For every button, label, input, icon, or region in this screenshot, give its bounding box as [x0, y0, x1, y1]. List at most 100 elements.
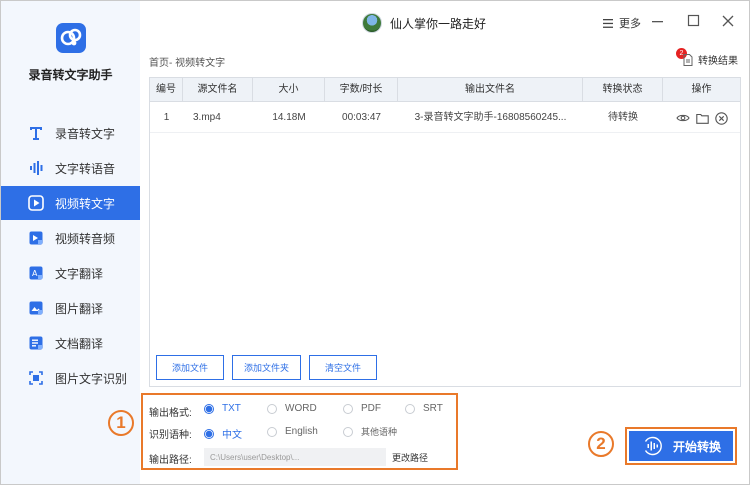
sidebar-item-label: 文字转语音 — [55, 161, 116, 176]
sidebar-item-video-to-text[interactable]: 视频转文字 — [1, 186, 140, 220]
language-option-other[interactable]: 其他语种 — [343, 425, 397, 438]
table-row[interactable]: 1 3.mp4 14.18M 00:03:47 3-录音转文字助手-168085… — [150, 103, 740, 133]
radio-icon — [343, 426, 353, 437]
image-translate-icon — [28, 300, 44, 316]
sidebar-item-label: 文档翻译 — [55, 336, 104, 351]
change-path-link[interactable]: 更改路径 — [392, 451, 428, 464]
column-header: 编号 — [150, 78, 183, 102]
format-label: 输出格式: — [149, 408, 192, 419]
option-label: TXT — [222, 403, 241, 414]
cell-number: 1 — [163, 112, 170, 123]
radio-icon — [267, 426, 277, 437]
text-translate-icon: A — [28, 265, 44, 281]
option-label: WORD — [285, 403, 317, 414]
sidebar-item-label: 图片文字识别 — [55, 371, 128, 386]
option-label: English — [285, 426, 318, 437]
radio-icon — [343, 403, 353, 414]
menu-icon — [603, 18, 613, 28]
column-header: 转换状态 — [583, 78, 663, 102]
add-file-button[interactable]: 添加文件 — [156, 355, 224, 380]
sidebar-item-audio-to-text[interactable]: 录音转文字 — [1, 116, 140, 150]
more-menu-button[interactable]: 更多 — [603, 15, 641, 31]
column-header: 输出文件名 — [398, 78, 583, 102]
cell-output-file: 3-录音转文字助手-16808560245... — [414, 112, 567, 123]
close-icon[interactable] — [720, 13, 736, 29]
option-label: 其他语种 — [361, 427, 398, 437]
cell-duration: 00:03:47 — [342, 112, 381, 123]
text-t-icon — [28, 125, 44, 141]
sound-wave-circle-icon — [644, 436, 662, 456]
video-play-icon — [28, 195, 44, 211]
format-option-pdf[interactable]: PDF — [343, 403, 381, 414]
document-translate-icon — [28, 335, 44, 351]
app-logo-icon — [56, 23, 86, 53]
file-table: 编号 源文件名 大小 字数/时长 输出文件名 转换状态 操作 1 3.mp4 1… — [149, 77, 741, 387]
sidebar-item-document-translate[interactable]: 文档翻译 — [1, 326, 140, 360]
option-label: 中文 — [222, 430, 242, 441]
sidebar-item-image-translate[interactable]: 图片翻译 — [1, 291, 140, 325]
clear-files-button[interactable]: 清空文件 — [309, 355, 377, 380]
path-label: 输出路径: — [149, 455, 192, 466]
more-label: 更多 — [619, 18, 641, 30]
maximize-icon[interactable] — [686, 13, 702, 29]
sidebar-item-label: 视频转音频 — [55, 231, 116, 246]
column-header: 操作 — [691, 84, 712, 95]
audio-wave-icon — [28, 160, 44, 176]
table-header: 编号 源文件名 大小 字数/时长 输出文件名 转换状态 操作 — [150, 78, 740, 102]
minimize-icon[interactable] — [650, 13, 666, 29]
start-button-highlight: 开始转换 — [625, 427, 737, 465]
radio-icon — [204, 403, 214, 414]
avatar — [362, 13, 382, 33]
radio-icon — [267, 403, 277, 414]
cell-size: 14.18M — [272, 112, 306, 123]
conversion-result-button[interactable]: 转换结果 — [683, 52, 738, 67]
delete-circle-icon[interactable] — [714, 111, 728, 125]
folder-icon[interactable] — [695, 113, 709, 124]
svg-text:A: A — [32, 269, 38, 278]
cell-source-file: 3.mp4 — [193, 112, 221, 123]
column-header: 源文件名 — [183, 78, 253, 102]
format-option-txt[interactable]: TXT — [204, 403, 241, 414]
title-bar: 仙人掌你一路走好 更多 — [140, 1, 749, 43]
format-row: 输出格式: — [149, 404, 205, 419]
user-name: 仙人掌你一路走好 — [390, 16, 487, 31]
scan-ocr-icon — [28, 370, 44, 386]
sidebar-item-label: 录音转文字 — [55, 126, 116, 141]
sidebar-item-text-to-speech[interactable]: 文字转语音 — [1, 151, 140, 185]
language-option-chinese[interactable]: 中文 — [204, 426, 242, 441]
radio-icon — [405, 403, 415, 414]
sidebar-item-label: 视频转文字 — [55, 196, 116, 211]
cell-status: 待转换 — [608, 112, 638, 123]
option-label: SRT — [423, 403, 443, 414]
output-settings: 输出格式: TXT WORD PDF SRT 识别语种: 中文 English … — [141, 393, 458, 470]
column-header: 字数/时长 — [325, 78, 398, 102]
path-row: 输出路径: — [149, 451, 205, 466]
sidebar-item-label: 文字翻译 — [55, 266, 104, 281]
user-info[interactable]: 仙人掌你一路走好 — [362, 13, 486, 33]
language-label: 识别语种: — [149, 430, 192, 441]
add-folder-button[interactable]: 添加文件夹 — [232, 355, 301, 380]
format-option-word[interactable]: WORD — [267, 403, 317, 414]
output-path-field[interactable] — [204, 448, 386, 466]
language-option-english[interactable]: English — [267, 426, 318, 437]
app-name: 录音转文字助手 — [28, 68, 113, 82]
sidebar-item-text-translate[interactable]: A 文字翻译 — [1, 256, 140, 290]
document-icon — [683, 53, 693, 66]
sidebar-item-image-ocr[interactable]: 图片文字识别 — [1, 361, 140, 395]
start-conversion-button[interactable]: 开始转换 — [629, 431, 733, 461]
format-option-srt[interactable]: SRT — [405, 403, 443, 414]
radio-icon — [204, 428, 214, 439]
sidebar-item-video-to-audio[interactable]: 视频转音频 — [1, 221, 140, 255]
option-label: PDF — [361, 403, 381, 414]
sidebar-item-label: 图片翻译 — [55, 301, 104, 316]
language-row: 识别语种: — [149, 426, 205, 441]
result-label: 转换结果 — [698, 56, 738, 67]
eye-icon[interactable] — [675, 113, 690, 123]
column-header: 大小 — [253, 78, 325, 102]
step-two-marker: 2 — [588, 431, 614, 457]
video-audio-icon — [28, 230, 44, 246]
start-label: 开始转换 — [672, 439, 721, 454]
breadcrumb: 首页- 视频转文字 — [149, 58, 226, 69]
cell-actions — [663, 103, 740, 133]
step-one-marker: 1 — [108, 410, 134, 436]
